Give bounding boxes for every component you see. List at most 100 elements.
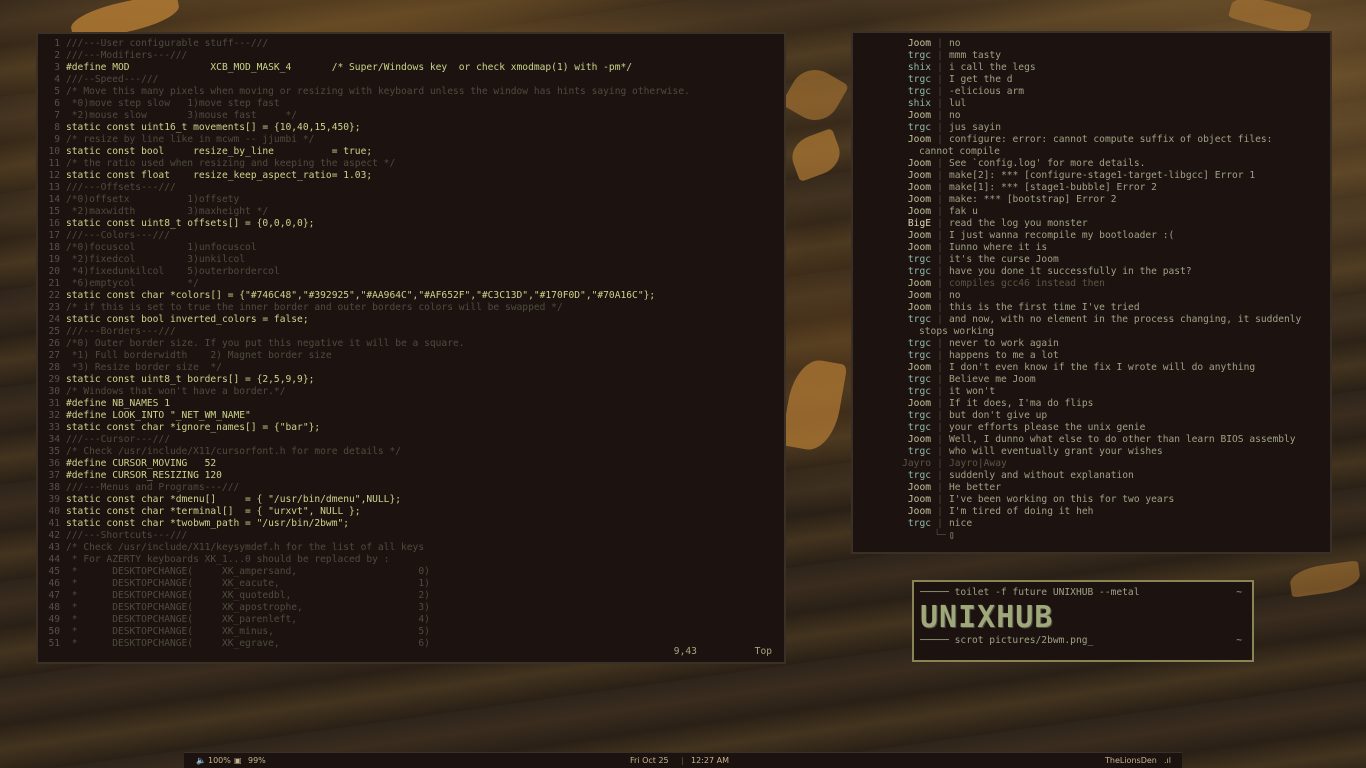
nick[interactable]: shix	[857, 98, 931, 110]
nick[interactable]: trgc	[857, 350, 931, 362]
nick[interactable]: trgc	[857, 470, 931, 482]
nick[interactable]: Joom	[857, 506, 931, 518]
editor-window[interactable]: 1 ///---User configurable stuff---/// 2 ///…	[36, 32, 786, 664]
editor-line[interactable]: 23 /* if this is set to true the inner bo…	[44, 302, 780, 314]
editor-line[interactable]: 1 ///---User configurable stuff---///	[44, 38, 780, 50]
editor-line[interactable]: 30 /* Windows that won't have a border.*/	[44, 386, 780, 398]
irc-messages[interactable]: Joom | no trgc | mmm tasty shix | i call the leg…	[857, 38, 1326, 548]
irc-input-line[interactable]: └─ ▯	[857, 530, 1326, 542]
nick[interactable]: Joom	[857, 302, 931, 314]
editor-line[interactable]: 33 static const char *ignore_names[] = {"…	[44, 422, 780, 434]
line-number: 35	[48, 446, 60, 457]
nick[interactable]: trgc	[857, 518, 931, 530]
nick[interactable]: trgc	[857, 386, 931, 398]
editor-line[interactable]: 46 * DESKTOPCHANGE( XK_eacute, 1)	[44, 578, 780, 590]
nick[interactable]: trgc	[857, 446, 931, 458]
nick[interactable]: Joom	[857, 230, 931, 242]
nick[interactable]: trgc	[857, 374, 931, 386]
editor-line[interactable]: 42 ///---Shortcuts---///	[44, 530, 780, 542]
editor-line[interactable]: 40 static const char *terminal[] = { "urx…	[44, 506, 780, 518]
editor-line[interactable]: 18 /*0)focuscol 1)unfocuscol	[44, 242, 780, 254]
nick[interactable]: shix	[857, 62, 931, 74]
nick[interactable]: trgc	[857, 86, 931, 98]
nick[interactable]: trgc	[857, 266, 931, 278]
editor-line[interactable]: 35 /* Check /usr/include/X11/cursorfont.h…	[44, 446, 780, 458]
editor-line[interactable]: 29 static const uint8_t borders[] = {2,5,…	[44, 374, 780, 386]
nick[interactable]: Joom	[857, 482, 931, 494]
editor-line[interactable]: 6 *0)move step slow 1)move step fast	[44, 98, 780, 110]
editor-line[interactable]: 10 static const bool resize_by_line = tru…	[44, 146, 780, 158]
nick[interactable]: BigE	[857, 218, 931, 230]
editor-line[interactable]: 5 /* Move this many pixels when moving or…	[44, 86, 780, 98]
editor-line[interactable]: 14 /*0)offsetx 1)offsety	[44, 194, 780, 206]
editor-line[interactable]: 9 /* resize by line like in mcwm -- jjumb…	[44, 134, 780, 146]
editor-line[interactable]: 34 ///---Cursor---///	[44, 434, 780, 446]
nick[interactable]: Joom	[857, 362, 931, 374]
editor-line[interactable]: 22 static const char *colors[] = {"#746C4…	[44, 290, 780, 302]
editor-line[interactable]: 45 * DESKTOPCHANGE( XK_ampersand, 0)	[44, 566, 780, 578]
nick[interactable]: Joom	[857, 278, 931, 290]
editor-line[interactable]: 43 /* Check /usr/include/X11/keysymdef.h …	[44, 542, 780, 554]
line-text: * For AZERTY keyboards XK_1...0 should b…	[66, 554, 390, 565]
editor-line[interactable]: 50 * DESKTOPCHANGE( XK_minus, 5)	[44, 626, 780, 638]
editor-line[interactable]: 47 * DESKTOPCHANGE( XK_quotedbl, 2)	[44, 590, 780, 602]
editor-line[interactable]: 27 *1) Full borderwidth 2) Magnet border…	[44, 350, 780, 362]
nick[interactable]: trgc	[857, 254, 931, 266]
editor-line[interactable]: 36 #define CURSOR_MOVING 52	[44, 458, 780, 470]
nick[interactable]: Joom	[857, 194, 931, 206]
nick[interactable]: Joom	[857, 494, 931, 506]
editor-line[interactable]: 21 *6)emptycol */	[44, 278, 780, 290]
nick[interactable]: trgc	[857, 50, 931, 62]
line-text: static const char *twobwm_path = "/usr/b…	[66, 518, 350, 529]
editor-line[interactable]: 7 *2)mouse slow 3)mouse fast */	[44, 110, 780, 122]
nick[interactable]: trgc	[857, 122, 931, 134]
editor-line[interactable]: 25 ///---Borders---///	[44, 326, 780, 338]
editor-line[interactable]: 24 static const bool inverted_colors = fa…	[44, 314, 780, 326]
editor-line[interactable]: 8 static const uint16_t movements[] = {10…	[44, 122, 780, 134]
nick[interactable]: Joom	[857, 290, 931, 302]
irc-window[interactable]: Joom | no trgc | mmm tasty shix | i call the leg…	[851, 31, 1332, 554]
nick[interactable]: Joom	[857, 206, 931, 218]
editor-line[interactable]: 11 /* the ratio used when resizing and ke…	[44, 158, 780, 170]
editor-line[interactable]: 41 static const char *twobwm_path = "/usr…	[44, 518, 780, 530]
nick[interactable]: Joom	[857, 38, 931, 50]
nick[interactable]: trgc	[857, 422, 931, 434]
editor-line[interactable]: 44 * For AZERTY keyboards XK_1...0 shoul…	[44, 554, 780, 566]
nick[interactable]: trgc	[857, 74, 931, 86]
nick[interactable]: Joom	[857, 170, 931, 182]
editor-line[interactable]: 4 ///--Speed---///	[44, 74, 780, 86]
terminal-line-2[interactable]: ───── scrot pictures/2bwm.png_	[920, 635, 1093, 647]
editor-line[interactable]: 49 * DESKTOPCHANGE( XK_parenleft, 4)	[44, 614, 780, 626]
nick[interactable]: Joom	[857, 134, 931, 146]
nick[interactable]: Joom	[857, 182, 931, 194]
editor-line[interactable]: 32 #define LOOK_INTO "_NET_WM_NAME"	[44, 410, 780, 422]
editor-line[interactable]: 28 *3) Resize border size */	[44, 362, 780, 374]
editor-line[interactable]: 12 static const float resize_keep_aspect_…	[44, 170, 780, 182]
nick[interactable]: Joom	[857, 242, 931, 254]
nick[interactable]: trgc	[857, 314, 931, 326]
terminal-window[interactable]: ───── toilet -f future UNIXHUB --metal ~…	[912, 580, 1254, 662]
editor-line[interactable]: 15 *2)maxwidth 3)maxheight */	[44, 206, 780, 218]
editor-line[interactable]: 2 ///---Modifiers---///	[44, 50, 780, 62]
editor-line[interactable]: 13 ///---Offsets---///	[44, 182, 780, 194]
nick[interactable]: Joom	[857, 110, 931, 122]
editor-line[interactable]: 51 * DESKTOPCHANGE( XK_egrave, 6)	[44, 638, 780, 650]
editor-line[interactable]: 48 * DESKTOPCHANGE( XK_apostrophe, 3)	[44, 602, 780, 614]
nick[interactable]: trgc	[857, 338, 931, 350]
editor-line[interactable]: 37 #define CURSOR_RESIZING 120	[44, 470, 780, 482]
editor-line[interactable]: 31 #define NB_NAMES 1	[44, 398, 780, 410]
editor-line[interactable]: 17 ///---Colors---///	[44, 230, 780, 242]
editor-line[interactable]: 3 #define MOD XCB_MOD_MASK_4 /* Super/Win…	[44, 62, 780, 74]
nick[interactable]: Joom	[857, 158, 931, 170]
editor-line[interactable]: 26 /*0) Outer border size. If you put thi…	[44, 338, 780, 350]
nick[interactable]: Joom	[857, 434, 931, 446]
nick[interactable]: Joom	[857, 398, 931, 410]
nick[interactable]: Jayro	[857, 458, 931, 470]
nick[interactable]: trgc	[857, 410, 931, 422]
editor-line[interactable]: 20 *4)fixedunkilcol 5)outerbordercol	[44, 266, 780, 278]
editor-line[interactable]: 39 static const char *dmenu[] = { "/usr/b…	[44, 494, 780, 506]
editor-content[interactable]: 1 ///---User configurable stuff---/// 2 ///…	[44, 38, 780, 658]
editor-line[interactable]: 19 *2)fixedcol 3)unkilcol	[44, 254, 780, 266]
editor-line[interactable]: 16 static const uint8_t offsets[] = {0,0,…	[44, 218, 780, 230]
editor-line[interactable]: 38 ///---Menus and Programs---///	[44, 482, 780, 494]
